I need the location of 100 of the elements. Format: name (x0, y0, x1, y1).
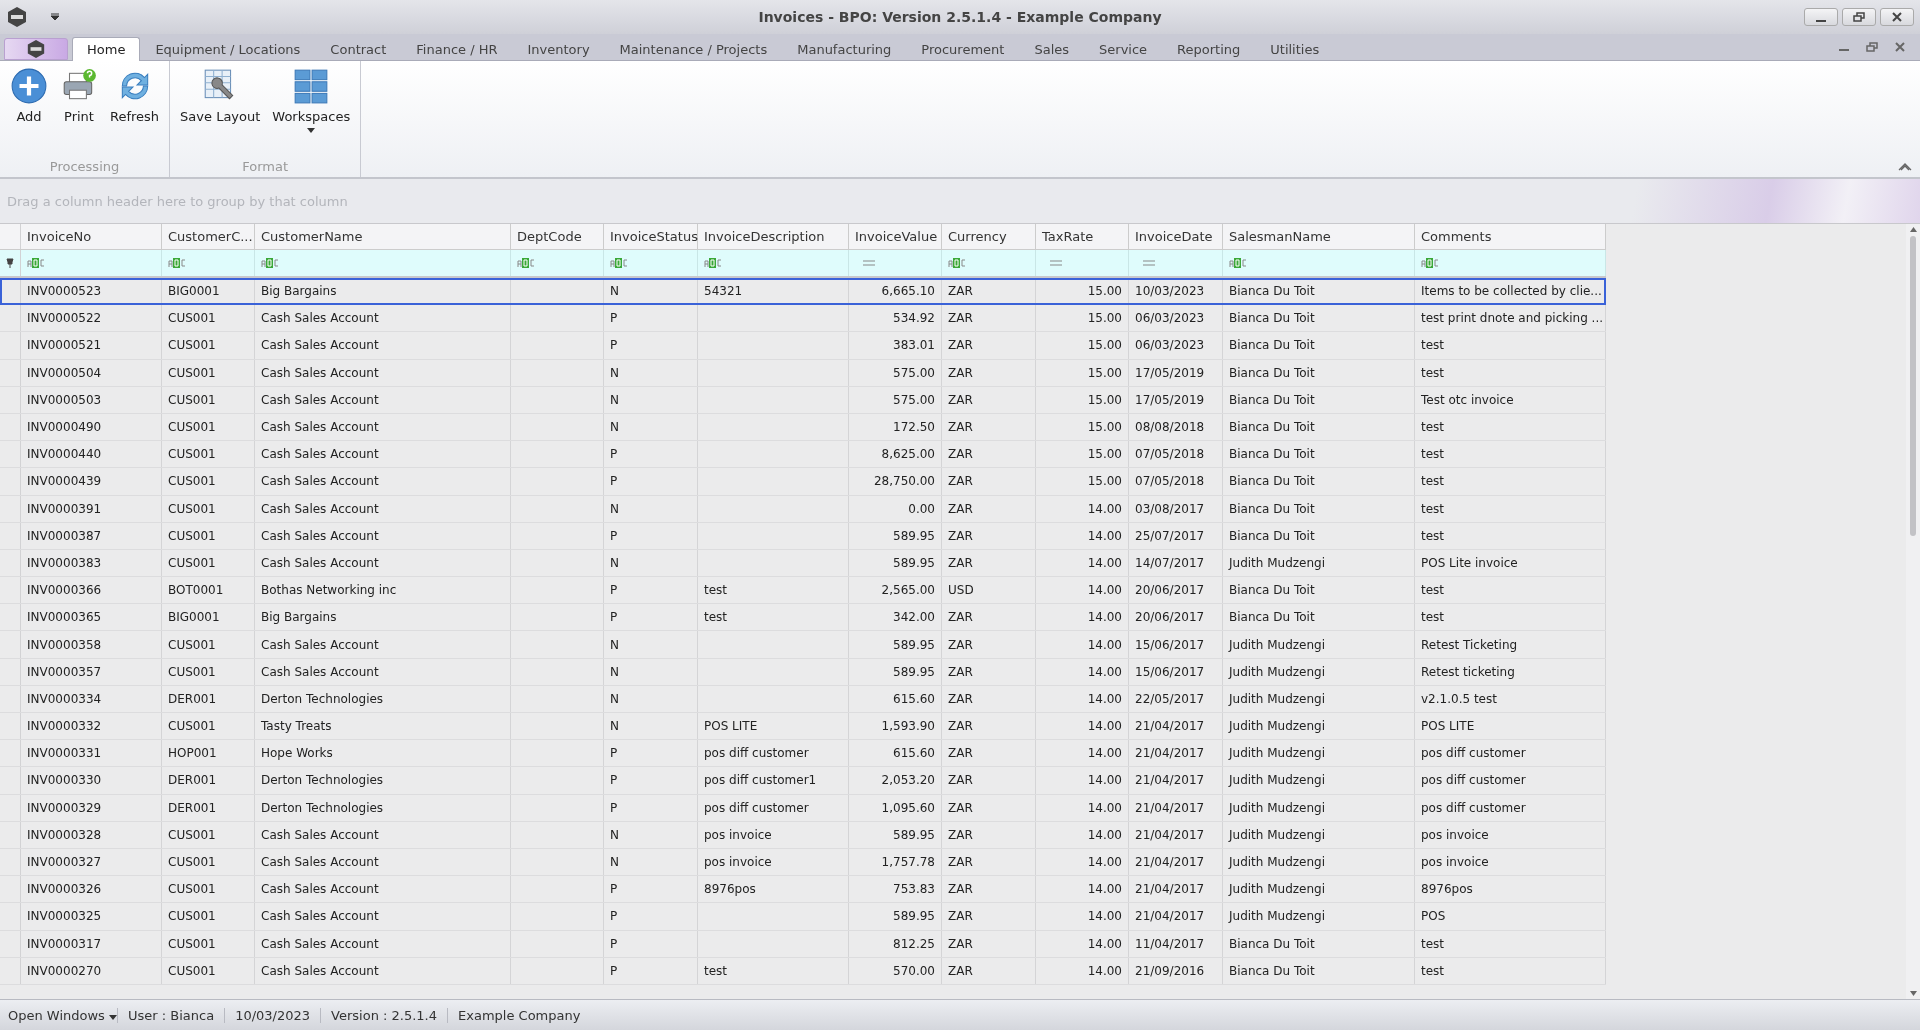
text-filter-icon[interactable] (610, 258, 628, 268)
table-row[interactable]: INV0000503 CUS001 Cash Sales Account N 575.00 ZAR 15.00 17/05/2019 Bianca Du Toit Test otc invoice (0, 386, 1606, 414)
text-filter-icon[interactable] (948, 258, 966, 268)
table-row[interactable]: INV0000523 BIG0001 Big Bargains N 54321 6,665.10 ZAR 15.00 10/03/2023 Bianca Du Toit Items to be collected by clie... (0, 278, 1606, 306)
table-row[interactable]: INV0000329 DER001 Derton Technologies P pos diff customer 1,095.60 ZAR 14.00 21/04/2017 Judith Mudzengi pos diff customer (0, 794, 1606, 822)
close-button[interactable] (1880, 8, 1914, 26)
table-row[interactable]: INV0000366 BOT0001 Bothas Networking inc P test 2,565.00 USD 14.00 20/06/2017 Bianca Du Toit test (0, 577, 1606, 605)
ribbon-tab[interactable]: Finance / HR (401, 37, 513, 61)
restore-button[interactable] (1842, 8, 1876, 26)
table-row[interactable]: INV0000317 CUS001 Cash Sales Account P 812.25 ZAR 14.00 11/04/2017 Bianca Du Toit test (0, 930, 1606, 958)
column-header[interactable]: InvoiceDescription (698, 224, 849, 249)
ribbon-tab[interactable]: Reporting (1162, 37, 1256, 61)
table-cell: pos diff customer1 (704, 773, 817, 788)
table-row[interactable]: INV0000387 CUS001 Cash Sales Account P 589.95 ZAR 14.00 25/07/2017 Bianca Du Toit test (0, 522, 1606, 550)
table-cell: N (610, 365, 619, 380)
text-filter-icon[interactable] (261, 258, 279, 268)
table-row[interactable]: INV0000439 CUS001 Cash Sales Account P 28,750.00 ZAR 15.00 07/05/2018 Bianca Du Toit test (0, 468, 1606, 496)
column-header[interactable]: SalesmanName (1223, 224, 1415, 249)
restore-icon[interactable] (1866, 41, 1878, 53)
table-row[interactable]: INV0000270 CUS001 Cash Sales Account P test 570.00 ZAR 14.00 21/09/2016 Bianca Du Toit test (0, 957, 1606, 985)
table-row[interactable]: INV0000383 CUS001 Cash Sales Account N 589.95 ZAR 14.00 14/07/2017 Judith Mudzengi POS Lite invoice (0, 549, 1606, 578)
table-row[interactable]: INV0000330 DER001 Derton Technologies P pos diff customer1 2,053.20 ZAR 14.00 21/04/2017 Judith Mudzengi pos diff customer (0, 767, 1606, 795)
table-row[interactable]: INV0000331 HOP001 Hope Works P pos diff customer 615.60 ZAR 14.00 21/04/2017 Judith Mudzengi pos diff customer (0, 740, 1606, 768)
ribbon-tab[interactable]: Procurement (906, 37, 1020, 61)
table-cell: Cash Sales Account (261, 882, 379, 897)
ribbon-tab[interactable]: Contract (315, 37, 402, 61)
table-cell: 21/04/2017 (1135, 773, 1205, 788)
application-menu-button[interactable] (4, 38, 68, 60)
minimize-button[interactable] (1804, 8, 1838, 26)
text-filter-icon[interactable] (1229, 258, 1247, 268)
table-cell: HOP001 (168, 746, 217, 761)
ribbon-tab[interactable]: Sales (1019, 37, 1085, 61)
collapse-ribbon-icon[interactable] (1898, 161, 1912, 171)
column-header[interactable]: Currency (942, 224, 1036, 249)
column-header[interactable]: CustomerC... (162, 224, 255, 249)
ribbon-tab[interactable]: Inventory (512, 37, 605, 61)
table-row[interactable]: INV0000357 CUS001 Cash Sales Account N 589.95 ZAR 14.00 15/06/2017 Judith Mudzengi Retest ticketing (0, 658, 1606, 686)
ribbon-button[interactable]: Print (54, 65, 104, 155)
table-cell: INV0000357 (27, 664, 102, 679)
table-row[interactable]: INV0000522 CUS001 Cash Sales Account P 534.92 ZAR 15.00 06/03/2023 Bianca Du Toit test print dnote and picking ... (0, 305, 1606, 333)
column-header[interactable]: InvoiceValue (849, 224, 942, 249)
column-header[interactable]: CustomerName (255, 224, 511, 249)
ribbon-tab[interactable]: Home (72, 37, 141, 61)
table-row[interactable]: INV0000334 DER001 Derton Technologies N 615.60 ZAR 14.00 22/05/2017 Judith Mudzengi v2.1.0.5 test (0, 685, 1606, 713)
table-cell: CUS001 (168, 637, 216, 652)
table-row[interactable]: INV0000490 CUS001 Cash Sales Account N 172.50 ZAR 15.00 08/08/2018 Bianca Du Toit test (0, 413, 1606, 442)
scroll-down-icon[interactable] (1909, 991, 1917, 996)
table-row[interactable]: INV0000328 CUS001 Cash Sales Account N pos invoice 589.95 ZAR 14.00 21/04/2017 Judith Mudzengi pos invoice (0, 821, 1606, 849)
table-cell: 15.00 (1087, 311, 1122, 326)
table-cell: ZAR (948, 773, 973, 788)
open-windows-menu[interactable]: Open Windows (0, 1007, 118, 1023)
table-cell: 20/06/2017 (1135, 610, 1205, 625)
ribbon-button[interactable]: Save Layout (174, 65, 267, 155)
text-filter-icon[interactable] (168, 258, 186, 268)
text-filter-icon[interactable] (704, 258, 722, 268)
ribbon-tab[interactable]: Service (1084, 37, 1163, 61)
table-cell: pos diff customer (704, 800, 809, 815)
column-header[interactable]: DeptCode (511, 224, 604, 249)
column-header[interactable]: TaxRate (1036, 224, 1129, 249)
table-cell: test (1421, 474, 1445, 489)
table-cell: INV0000270 (27, 963, 102, 978)
table-row[interactable]: INV0000521 CUS001 Cash Sales Account P 383.01 ZAR 15.00 06/03/2023 Bianca Du Toit test (0, 332, 1606, 360)
table-row[interactable]: INV0000358 CUS001 Cash Sales Account N 589.95 ZAR 14.00 15/06/2017 Judith Mudzengi Retest Ticketing (0, 631, 1606, 659)
table-cell: CUS001 (168, 447, 216, 462)
ribbon-tab[interactable]: Utilities (1255, 37, 1335, 61)
table-row[interactable]: INV0000327 CUS001 Cash Sales Account N pos invoice 1,757.78 ZAR 14.00 21/04/2017 Judith Mudzengi pos invoice (0, 848, 1606, 877)
quick-access-caret-icon[interactable] (50, 13, 60, 21)
table-row[interactable]: INV0000391 CUS001 Cash Sales Account N 0.00 ZAR 14.00 03/08/2017 Bianca Du Toit test (0, 495, 1606, 523)
table-row[interactable]: INV0000365 BIG0001 Big Bargains P test 342.00 ZAR 14.00 20/06/2017 Bianca Du Toit test (0, 604, 1606, 632)
ribbon-tab[interactable]: Equipment / Locations (140, 37, 316, 61)
column-header[interactable]: InvoiceNo (21, 224, 162, 249)
ribbon-tab[interactable]: Manufacturing (782, 37, 907, 61)
ribbon-tab[interactable]: Maintenance / Projects (604, 37, 783, 61)
table-cell: Derton Technologies (261, 800, 384, 815)
text-filter-icon[interactable] (27, 258, 45, 268)
table-cell: Derton Technologies (261, 691, 384, 706)
column-header[interactable]: InvoiceDate (1129, 224, 1223, 249)
table-cell: ZAR (948, 338, 973, 353)
table-row[interactable]: INV0000326 CUS001 Cash Sales Account P 8976pos 753.83 ZAR 14.00 21/04/2017 Judith Mudzengi 8976pos (0, 876, 1606, 904)
table-cell: CUS001 (168, 719, 216, 734)
table-cell: N (610, 392, 619, 407)
ribbon-button[interactable]: Workspaces (266, 65, 357, 155)
table-cell: Judith Mudzengi (1229, 827, 1326, 842)
text-filter-icon[interactable] (1421, 258, 1439, 268)
scroll-up-icon[interactable] (1909, 227, 1917, 232)
vertical-scrollbar[interactable] (1906, 224, 1920, 999)
table-cell: CUS001 (168, 963, 216, 978)
ribbon-button[interactable]: Add (4, 65, 54, 155)
table-row[interactable]: INV0000440 CUS001 Cash Sales Account P 8,625.00 ZAR 15.00 07/05/2018 Bianca Du Toit test (0, 441, 1606, 469)
close-icon[interactable] (1894, 41, 1906, 53)
ribbon-button[interactable]: Refresh (104, 65, 166, 155)
table-row[interactable]: INV0000332 CUS001 Tasty Treats N POS LITE 1,593.90 ZAR 14.00 21/04/2017 Judith Mudzengi POS LITE (0, 713, 1606, 741)
table-cell: CUS001 (168, 420, 216, 435)
table-row[interactable]: INV0000325 CUS001 Cash Sales Account P 589.95 ZAR 14.00 21/04/2017 Judith Mudzengi POS (0, 903, 1606, 931)
column-header[interactable]: InvoiceStatus (604, 224, 698, 249)
column-header[interactable]: Comments (1415, 224, 1606, 249)
table-row[interactable]: INV0000504 CUS001 Cash Sales Account N 575.00 ZAR 15.00 17/05/2019 Bianca Du Toit test (0, 359, 1606, 387)
table-cell: INV0000326 (27, 882, 102, 897)
table-cell: 14.00 (1087, 882, 1122, 897)
text-filter-icon[interactable] (517, 258, 535, 268)
